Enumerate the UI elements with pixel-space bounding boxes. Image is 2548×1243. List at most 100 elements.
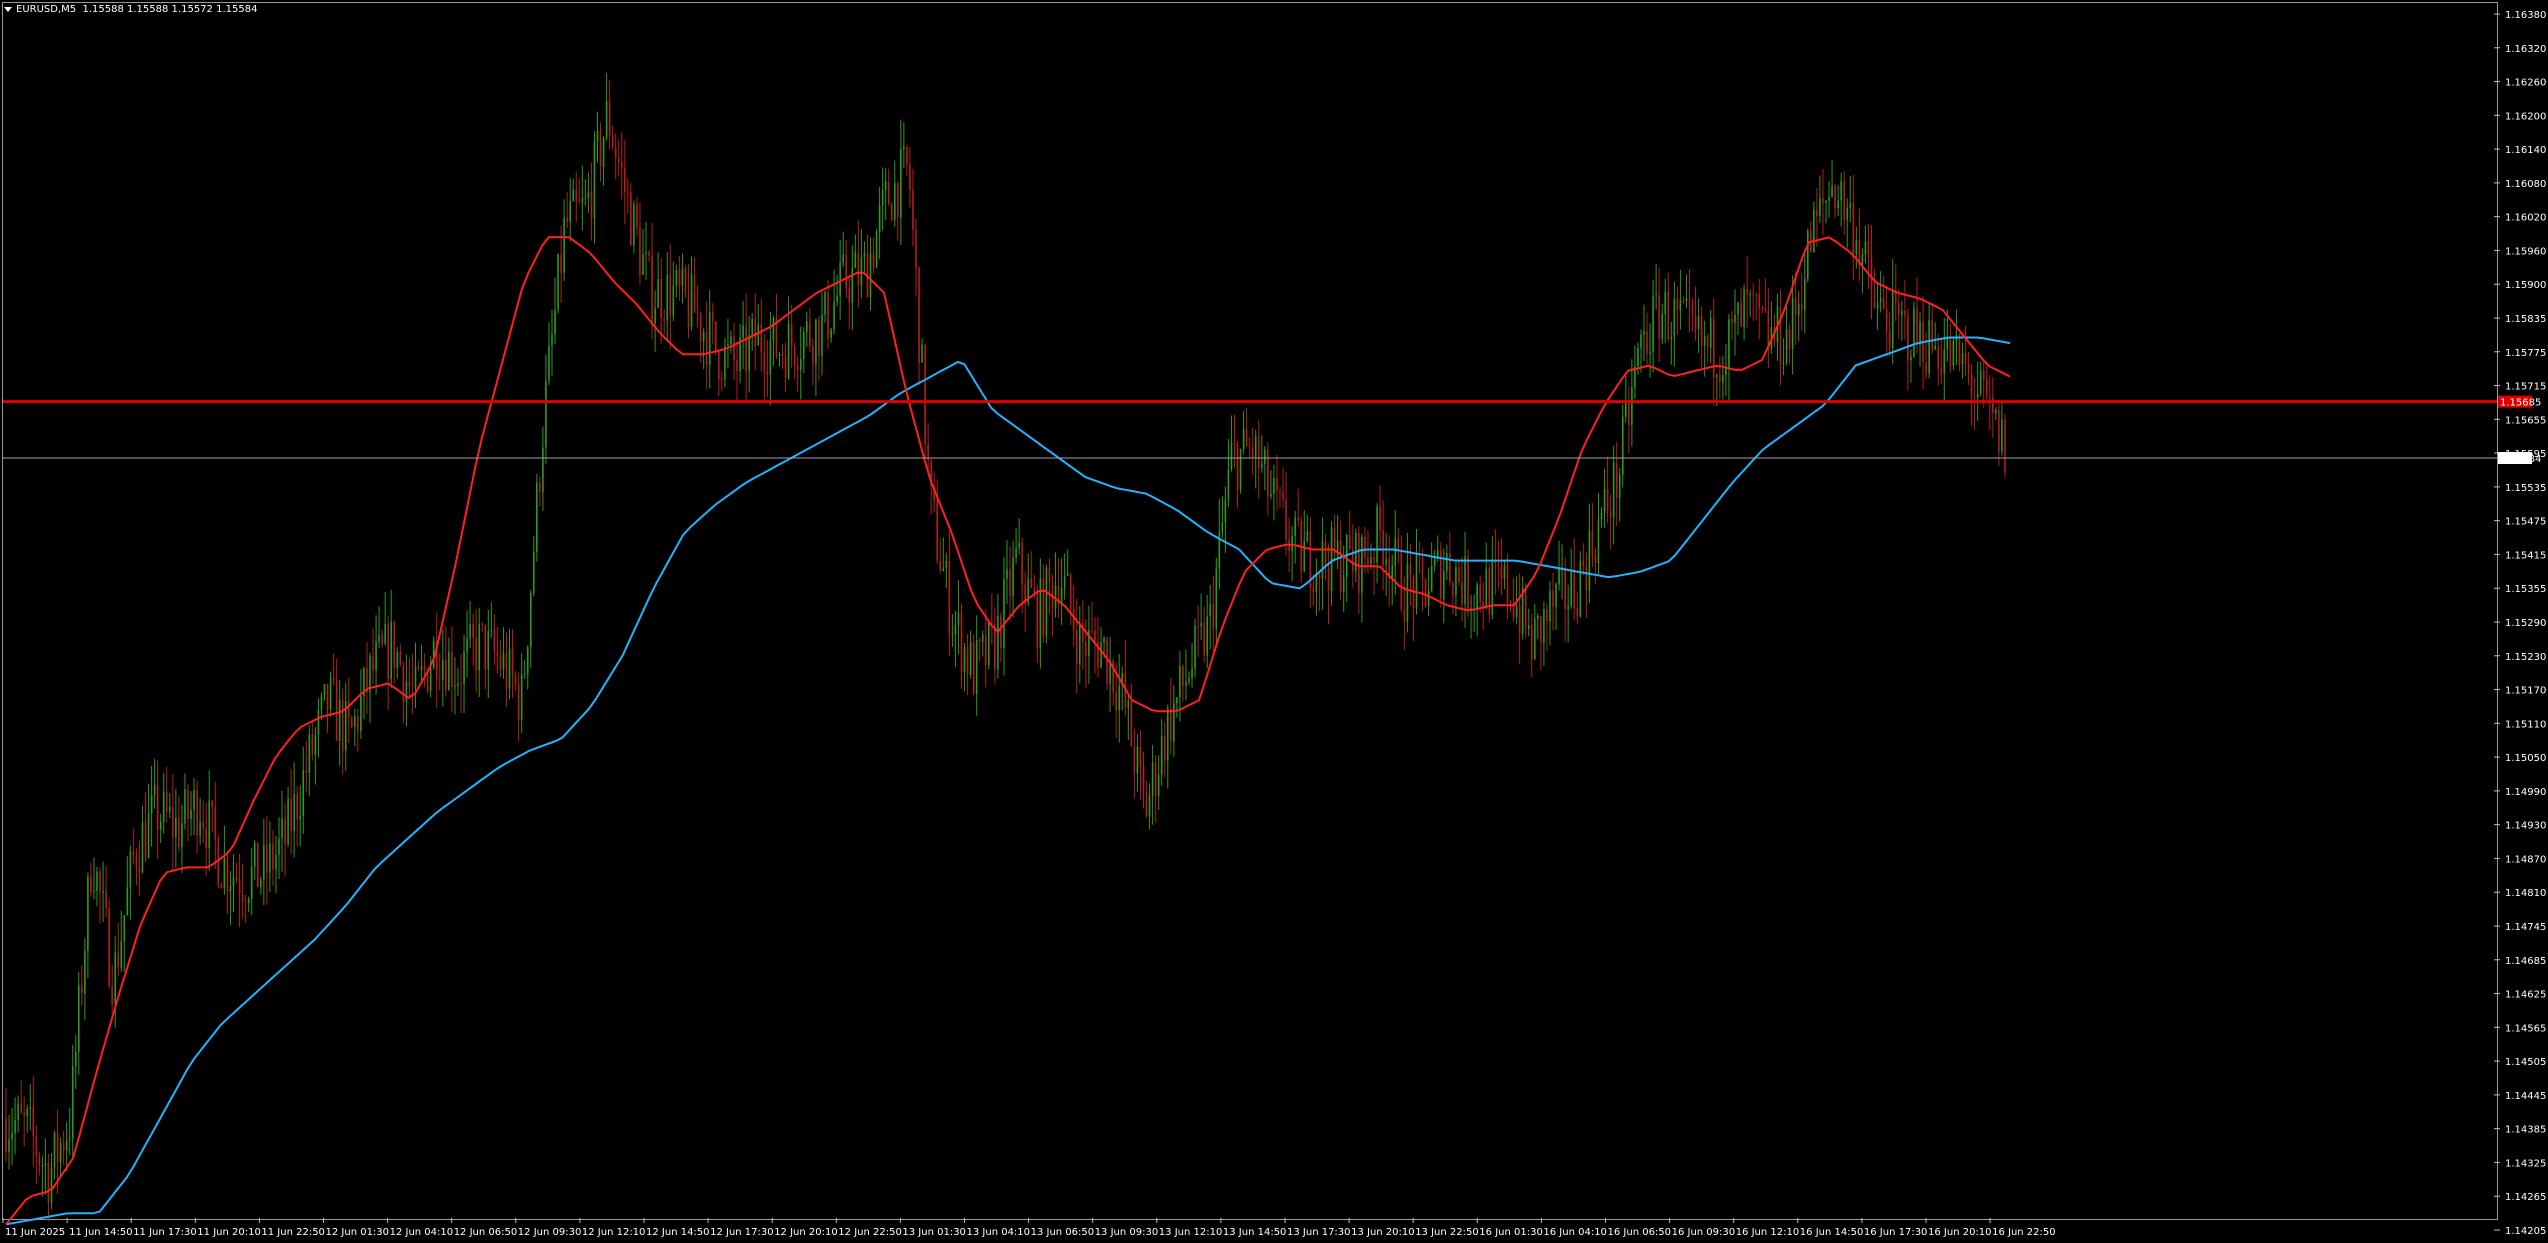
candle-body: [62, 1143, 65, 1151]
candle-body: [824, 292, 826, 315]
candle-body: [71, 1066, 74, 1139]
y-tick-label: 1.14810: [2505, 888, 2546, 899]
candle-body: [633, 204, 635, 246]
candle-body: [1036, 591, 1039, 648]
candle-body: [1600, 513, 1603, 520]
x-tick-label: 11 Jun 22:50: [261, 1227, 325, 1238]
candle-body: [308, 734, 311, 773]
candle-body: [660, 278, 662, 319]
candle-body: [1297, 517, 1299, 521]
candle-body: [1646, 331, 1648, 354]
candle-body: [1964, 353, 1967, 364]
candle-body: [74, 1051, 77, 1067]
candle-body: [1597, 519, 1600, 564]
candle-body: [575, 189, 578, 202]
candle-body: [954, 624, 957, 635]
time-axis: 11 Jun 2025 11 Jun 14:50 11 Jun 17:30 11 Ju…: [2, 1218, 2056, 1238]
candle-body: [1937, 345, 1940, 369]
candle-body: [733, 336, 735, 361]
candle-body: [863, 253, 866, 258]
candle-body: [1758, 294, 1761, 308]
candle-body: [1946, 338, 1949, 350]
candle-body: [1803, 279, 1806, 310]
candle-body: [281, 819, 283, 839]
candle-body: [1497, 563, 1500, 566]
candle-body: [542, 447, 544, 492]
candle-body: [423, 666, 426, 671]
candle-body: [32, 1107, 35, 1137]
candle-body: [1931, 320, 1933, 350]
y-tick-label: 1.14205: [2505, 1226, 2546, 1237]
candle-body: [1910, 356, 1912, 361]
candle-body: [402, 664, 405, 702]
candle-body: [1679, 300, 1682, 311]
candle-body: [966, 647, 969, 675]
candle-body: [1876, 302, 1879, 309]
candle-body: [857, 252, 860, 285]
candle-body: [508, 648, 511, 689]
candle-body: [1697, 316, 1700, 330]
candle-body: [654, 307, 656, 324]
candle-body: [666, 274, 669, 321]
candle-body: [135, 855, 138, 867]
candle-body: [14, 1120, 16, 1134]
candle-body: [1628, 402, 1630, 425]
candle-body: [554, 309, 556, 335]
candle-body: [454, 685, 456, 687]
candle-body: [915, 229, 917, 268]
candle-body: [247, 899, 250, 904]
candle-body: [1546, 609, 1548, 622]
price-chart[interactable]: 1.16380 1.16320 1.16260 1.16200 1.16140 1.160…: [0, 0, 2548, 1243]
candle-body: [1412, 578, 1415, 609]
candle-body: [1782, 362, 1785, 365]
candle-body: [596, 130, 599, 142]
candle-body: [736, 360, 738, 372]
candle-body: [1585, 565, 1588, 591]
candle-body: [821, 314, 823, 357]
x-tick-label: 12 Jun 22:50: [838, 1227, 902, 1238]
y-tick-label: 1.15050: [2505, 753, 2546, 764]
candle-body: [1925, 362, 1927, 374]
candle-body: [17, 1103, 19, 1121]
x-tick-label: 12 Jun 12:10: [582, 1227, 646, 1238]
candle-body: [1982, 371, 1985, 379]
candle-body: [1306, 531, 1309, 542]
chart-window[interactable]: EURUSD,M5 1.15588 1.15588 1.15572 1.1558…: [0, 0, 2548, 1243]
candle-body: [1012, 557, 1014, 597]
x-tick-label: 11 Jun 20:10: [197, 1227, 261, 1238]
candle-body: [1179, 666, 1181, 698]
x-tick-label: 13 Jun 20:10: [1351, 1227, 1415, 1238]
candle-body: [1582, 560, 1585, 566]
candle-body: [566, 217, 568, 222]
candle-body: [472, 624, 474, 638]
x-tick-label: 16 Jun 01:30: [1479, 1227, 1543, 1238]
candle-body: [645, 252, 647, 255]
candle-body: [396, 651, 399, 669]
y-tick-label: 1.14445: [2505, 1091, 2546, 1102]
candle-body: [1734, 314, 1736, 323]
candle-body: [693, 274, 696, 313]
candle-body: [1145, 791, 1148, 817]
candle-body: [1992, 397, 1994, 413]
candle-body: [806, 321, 808, 333]
candle-body: [630, 192, 632, 246]
candle-body: [560, 254, 562, 273]
candle-body: [5, 1118, 7, 1152]
y-tick-label: 1.16320: [2505, 44, 2546, 55]
candle-body: [984, 634, 987, 666]
candle-body: [414, 666, 417, 688]
candle-body: [796, 365, 799, 370]
candle-body: [278, 838, 280, 855]
price-axis: 1.16380 1.16320 1.16260 1.16200 1.16140 1.160…: [2494, 10, 2546, 1237]
candle-body: [1979, 371, 1982, 394]
candle-body: [1652, 296, 1654, 352]
candle-body: [68, 1138, 71, 1140]
candle-body: [354, 716, 356, 727]
candle-body: [536, 483, 538, 552]
candle-body: [1279, 491, 1281, 493]
candle-body: [1661, 314, 1663, 340]
candle-body: [748, 335, 750, 371]
candle-body: [639, 227, 641, 275]
y-tick-label: 1.14990: [2505, 787, 2546, 798]
candle-body: [651, 255, 653, 324]
